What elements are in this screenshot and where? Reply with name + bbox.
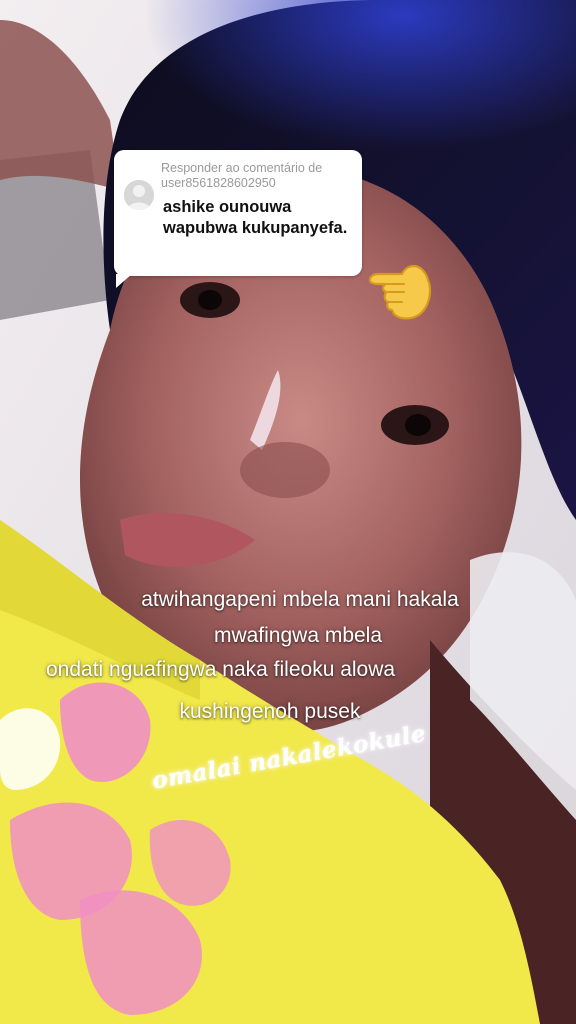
reply-username: user8561828602950: [161, 176, 276, 190]
user-avatar-icon: [124, 180, 154, 210]
caption-line-4: kushingenoh pusek: [179, 700, 361, 723]
caption-line-1: atwihangapeni mbela mani hakala: [141, 588, 459, 611]
reply-comment-card[interactable]: Responder ao comentário de user856182860…: [114, 150, 362, 288]
backhand-index-pointing-left-icon: [364, 252, 436, 324]
caption-line-2: mwafingwa mbela: [213, 624, 383, 647]
avatar: [124, 180, 154, 210]
reply-comment-text: ashike ounouwa wapubwa kukupanyefa.: [163, 198, 348, 237]
reply-label: Responder ao comentário de: [161, 161, 323, 175]
caption-line-3: ondati nguafingwa naka fileoku alowa: [46, 658, 396, 681]
reply-meta: Responder ao comentário de user856182860…: [161, 161, 357, 191]
